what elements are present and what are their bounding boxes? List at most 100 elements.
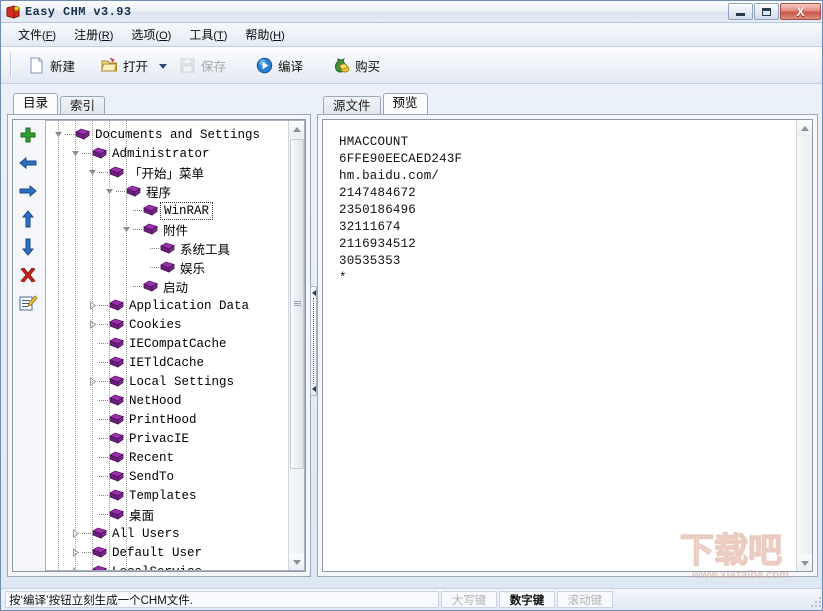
tree-node[interactable]: Documents and Settings [46, 125, 288, 144]
book-icon [109, 337, 124, 350]
tree-node-label: 启动 [162, 277, 188, 296]
scroll-up-button[interactable] [289, 121, 305, 137]
tree-scroll-region: Documents and Settings Administrator 「开始… [46, 121, 288, 570]
tree-node[interactable]: PrintHood [46, 410, 288, 429]
status-indicator-label: 数字键 [510, 592, 545, 608]
preview-scroll-up-button[interactable] [797, 120, 813, 136]
splitter-arrow-left-icon [312, 290, 316, 296]
tree-connector-line [99, 400, 108, 401]
contents-tree[interactable]: Documents and Settings Administrator 「开始… [45, 120, 305, 571]
tree-node[interactable]: NetHood [46, 391, 288, 410]
tree-guide-line [126, 121, 127, 570]
up-arrow-icon[interactable] [18, 209, 38, 229]
thumb-grip-icon [294, 301, 301, 307]
buy-button[interactable]: 购买 [324, 52, 389, 78]
tree-node-label: 桌面 [128, 505, 154, 524]
tree-node-label: NetHood [128, 394, 182, 408]
menu-item-tools[interactable]: 工具(T) [180, 23, 236, 46]
open-button[interactable]: 打开 [92, 52, 157, 78]
tree-connector-line [99, 172, 108, 173]
tree-node[interactable]: 「开始」菜单 [46, 163, 288, 182]
window-controls: X [728, 3, 821, 20]
menu-item-file[interactable]: 文件(F) [9, 23, 65, 46]
tree-node[interactable]: 程序 [46, 182, 288, 201]
status-indicator-caps-lock: 大写键 [441, 591, 497, 608]
right-tabstrip: 源文件预览 [317, 93, 818, 114]
tree-node[interactable]: Default User [46, 543, 288, 562]
tree-node[interactable]: Application Data [46, 296, 288, 315]
tree-node[interactable]: Local Settings [46, 372, 288, 391]
tree-node[interactable]: SendTo [46, 467, 288, 486]
book-icon [109, 432, 124, 445]
tree-node[interactable]: PrivacIE [46, 429, 288, 448]
open-folder-icon [101, 57, 118, 74]
tree-node[interactable]: IETldCache [46, 353, 288, 372]
tree-connector-line [99, 495, 108, 496]
tree-node[interactable]: All Users [46, 524, 288, 543]
tree-node[interactable]: 启动 [46, 277, 288, 296]
tree-expander-placeholder [137, 261, 150, 274]
tree-node-label: 系统工具 [179, 239, 230, 258]
tree-node[interactable]: IECompatCache [46, 334, 288, 353]
compile-button[interactable]: 编译 [247, 52, 312, 78]
edit-properties-icon[interactable] [18, 293, 38, 313]
tree-vertical-scrollbar[interactable] [288, 121, 304, 570]
tree-node[interactable]: Recent [46, 448, 288, 467]
new-button[interactable]: 新建 [19, 52, 84, 78]
tree-node[interactable]: 系统工具 [46, 239, 288, 258]
menu-item-accelerator: (R) [98, 30, 113, 42]
splitter-grip-icon [313, 298, 314, 384]
minimize-button[interactable] [728, 3, 753, 20]
preview-line: 2350186496 [339, 202, 796, 219]
green-plus-icon[interactable] [18, 125, 38, 145]
book-icon [126, 185, 141, 198]
new-button-label: 新建 [50, 56, 75, 75]
tree-node[interactable]: 娱乐 [46, 258, 288, 277]
triangle-down-icon [293, 560, 301, 565]
menu-item-register[interactable]: 注册(R) [65, 23, 122, 46]
tab-preview[interactable]: 预览 [383, 93, 428, 114]
scroll-down-button[interactable] [289, 554, 305, 570]
tree-node-label: Cookies [128, 318, 182, 332]
open-dropdown-arrow-icon[interactable] [159, 64, 167, 69]
preview-vertical-scrollbar[interactable] [796, 120, 812, 571]
tree-node-label: All Users [111, 527, 180, 541]
book-icon [160, 242, 175, 255]
menu-item-label: 工具 [189, 28, 213, 42]
pane-splitter[interactable] [310, 286, 317, 396]
menu-item-help[interactable]: 帮助(H) [236, 23, 293, 46]
menu-item-label: 文件 [18, 28, 42, 42]
right-arrow-icon[interactable] [18, 181, 38, 201]
tab-index[interactable]: 索引 [60, 96, 105, 116]
tab-label: 预览 [393, 96, 418, 110]
left-arrow-icon[interactable] [18, 153, 38, 173]
close-button[interactable]: X [780, 3, 821, 20]
preview-scroll-down-button[interactable] [797, 555, 813, 571]
tree-node[interactable]: Cookies [46, 315, 288, 334]
tree-node[interactable]: WinRAR [46, 201, 288, 220]
tab-contents[interactable]: 目录 [13, 93, 58, 114]
tree-node-label: LocalService [111, 565, 202, 571]
book-icon [109, 166, 124, 179]
window-title: Easy CHM v3.93 [25, 5, 131, 19]
tree-connector-line [99, 476, 108, 477]
tree-node[interactable]: LocalService [46, 562, 288, 570]
book-icon [109, 451, 124, 464]
down-arrow-icon[interactable] [18, 237, 38, 257]
toolbar-separator [10, 53, 12, 77]
triangle-up-icon [801, 126, 809, 131]
menu-item-options[interactable]: 选项(O) [122, 23, 180, 46]
preview-line: 2116934512 [339, 236, 796, 253]
tree-node[interactable]: Templates [46, 486, 288, 505]
tab-source[interactable]: 源文件 [323, 96, 381, 116]
tree-node[interactable]: 附件 [46, 220, 288, 239]
money-bag-icon [333, 57, 350, 74]
red-x-icon[interactable] [18, 265, 38, 285]
tree-connector-line [65, 134, 74, 135]
book-icon [109, 375, 124, 388]
scroll-thumb[interactable] [290, 139, 304, 469]
tree-node[interactable]: Administrator [46, 144, 288, 163]
maximize-button[interactable] [754, 3, 779, 20]
tree-node[interactable]: 桌面 [46, 505, 288, 524]
tree-connector-line [133, 229, 142, 230]
